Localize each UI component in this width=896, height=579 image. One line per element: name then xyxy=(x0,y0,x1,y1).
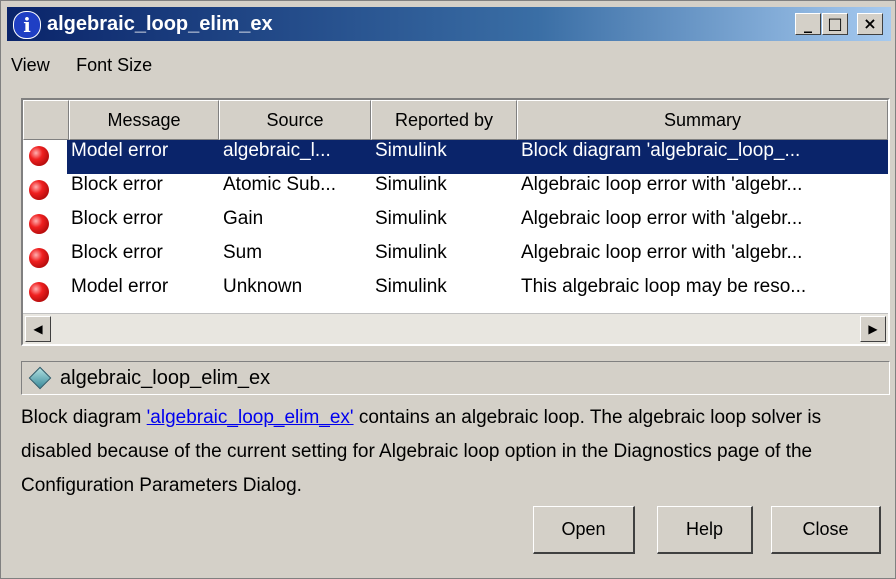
menu-bar: View Font Size xyxy=(7,53,170,81)
close-window-button[interactable]: × xyxy=(857,13,883,35)
cell-summary: Algebraic loop error with 'algebr... xyxy=(521,174,803,195)
table-row[interactable]: Block error Atomic Sub... Simulink Algeb… xyxy=(23,174,888,208)
menu-font-size[interactable]: Font Size xyxy=(72,53,156,78)
scroll-left-button[interactable]: ◀ xyxy=(25,316,51,342)
model-path-bar: algebraic_loop_elim_ex xyxy=(21,361,890,395)
window-title: algebraic_loop_elim_ex xyxy=(47,13,273,35)
cell-source: Atomic Sub... xyxy=(223,174,336,195)
title-bar[interactable]: i algebraic_loop_elim_ex _ □ × xyxy=(7,7,891,41)
open-button[interactable]: Open xyxy=(533,506,635,554)
cell-message: Block error xyxy=(71,242,163,263)
scroll-right-button[interactable]: ▶ xyxy=(860,316,886,342)
error-icon xyxy=(29,282,49,302)
cell-message: Model error xyxy=(67,140,219,174)
horizontal-scrollbar[interactable]: ◀ ▶ xyxy=(23,313,888,344)
column-header-source[interactable]: Source xyxy=(219,100,371,140)
model-icon xyxy=(28,366,52,390)
error-icon xyxy=(29,180,49,200)
error-icon xyxy=(29,214,49,234)
cell-source: algebraic_l... xyxy=(219,140,371,174)
diagnostic-viewer-window: i algebraic_loop_elim_ex _ □ × View Font… xyxy=(0,0,896,579)
maximize-button[interactable]: □ xyxy=(822,13,848,35)
cell-message: Model error xyxy=(71,276,169,297)
cell-reported-by: Simulink xyxy=(371,140,517,174)
column-header-message[interactable]: Message xyxy=(69,100,219,140)
cell-reported-by: Simulink xyxy=(375,208,447,229)
cell-summary: This algebraic loop may be reso... xyxy=(521,276,807,297)
model-path-label: algebraic_loop_elim_ex xyxy=(60,367,271,389)
table-row[interactable]: Model error Unknown Simulink This algebr… xyxy=(23,276,888,310)
cell-reported-by: Simulink xyxy=(375,242,447,263)
cell-summary: Block diagram 'algebraic_loop_... xyxy=(517,140,888,174)
cell-source: Gain xyxy=(223,208,264,229)
cell-reported-by: Simulink xyxy=(375,276,447,297)
details-text-before: Block diagram xyxy=(21,407,147,428)
cell-message: Block error xyxy=(71,174,163,195)
table-row[interactable]: Block error Sum Simulink Algebraic loop … xyxy=(23,242,888,276)
error-icon xyxy=(29,146,49,166)
message-table: Message Source Reported by Summary Model… xyxy=(21,98,890,346)
close-button[interactable]: Close xyxy=(771,506,881,554)
minimize-button[interactable]: _ xyxy=(795,13,821,35)
column-header-summary[interactable]: Summary xyxy=(517,100,888,140)
cell-summary: Algebraic loop error with 'algebr... xyxy=(521,242,803,263)
model-link[interactable]: 'algebraic_loop_elim_ex' xyxy=(147,407,354,428)
cell-message: Block error xyxy=(71,208,163,229)
cell-source: Unknown xyxy=(223,276,303,297)
cell-reported-by: Simulink xyxy=(375,174,447,195)
table-header-icon[interactable] xyxy=(23,100,69,140)
help-button[interactable]: Help xyxy=(657,506,753,554)
cell-source: Sum xyxy=(223,242,263,263)
message-details: Block diagram 'algebraic_loop_elim_ex' c… xyxy=(21,401,887,503)
table-row[interactable]: Model error algebraic_l... Simulink Bloc… xyxy=(23,140,888,174)
error-icon xyxy=(29,248,49,268)
menu-view[interactable]: View xyxy=(7,53,54,78)
info-icon: i xyxy=(13,11,41,39)
column-header-reported-by[interactable]: Reported by xyxy=(371,100,517,140)
table-row[interactable]: Block error Gain Simulink Algebraic loop… xyxy=(23,208,888,242)
cell-summary: Algebraic loop error with 'algebr... xyxy=(521,208,803,229)
